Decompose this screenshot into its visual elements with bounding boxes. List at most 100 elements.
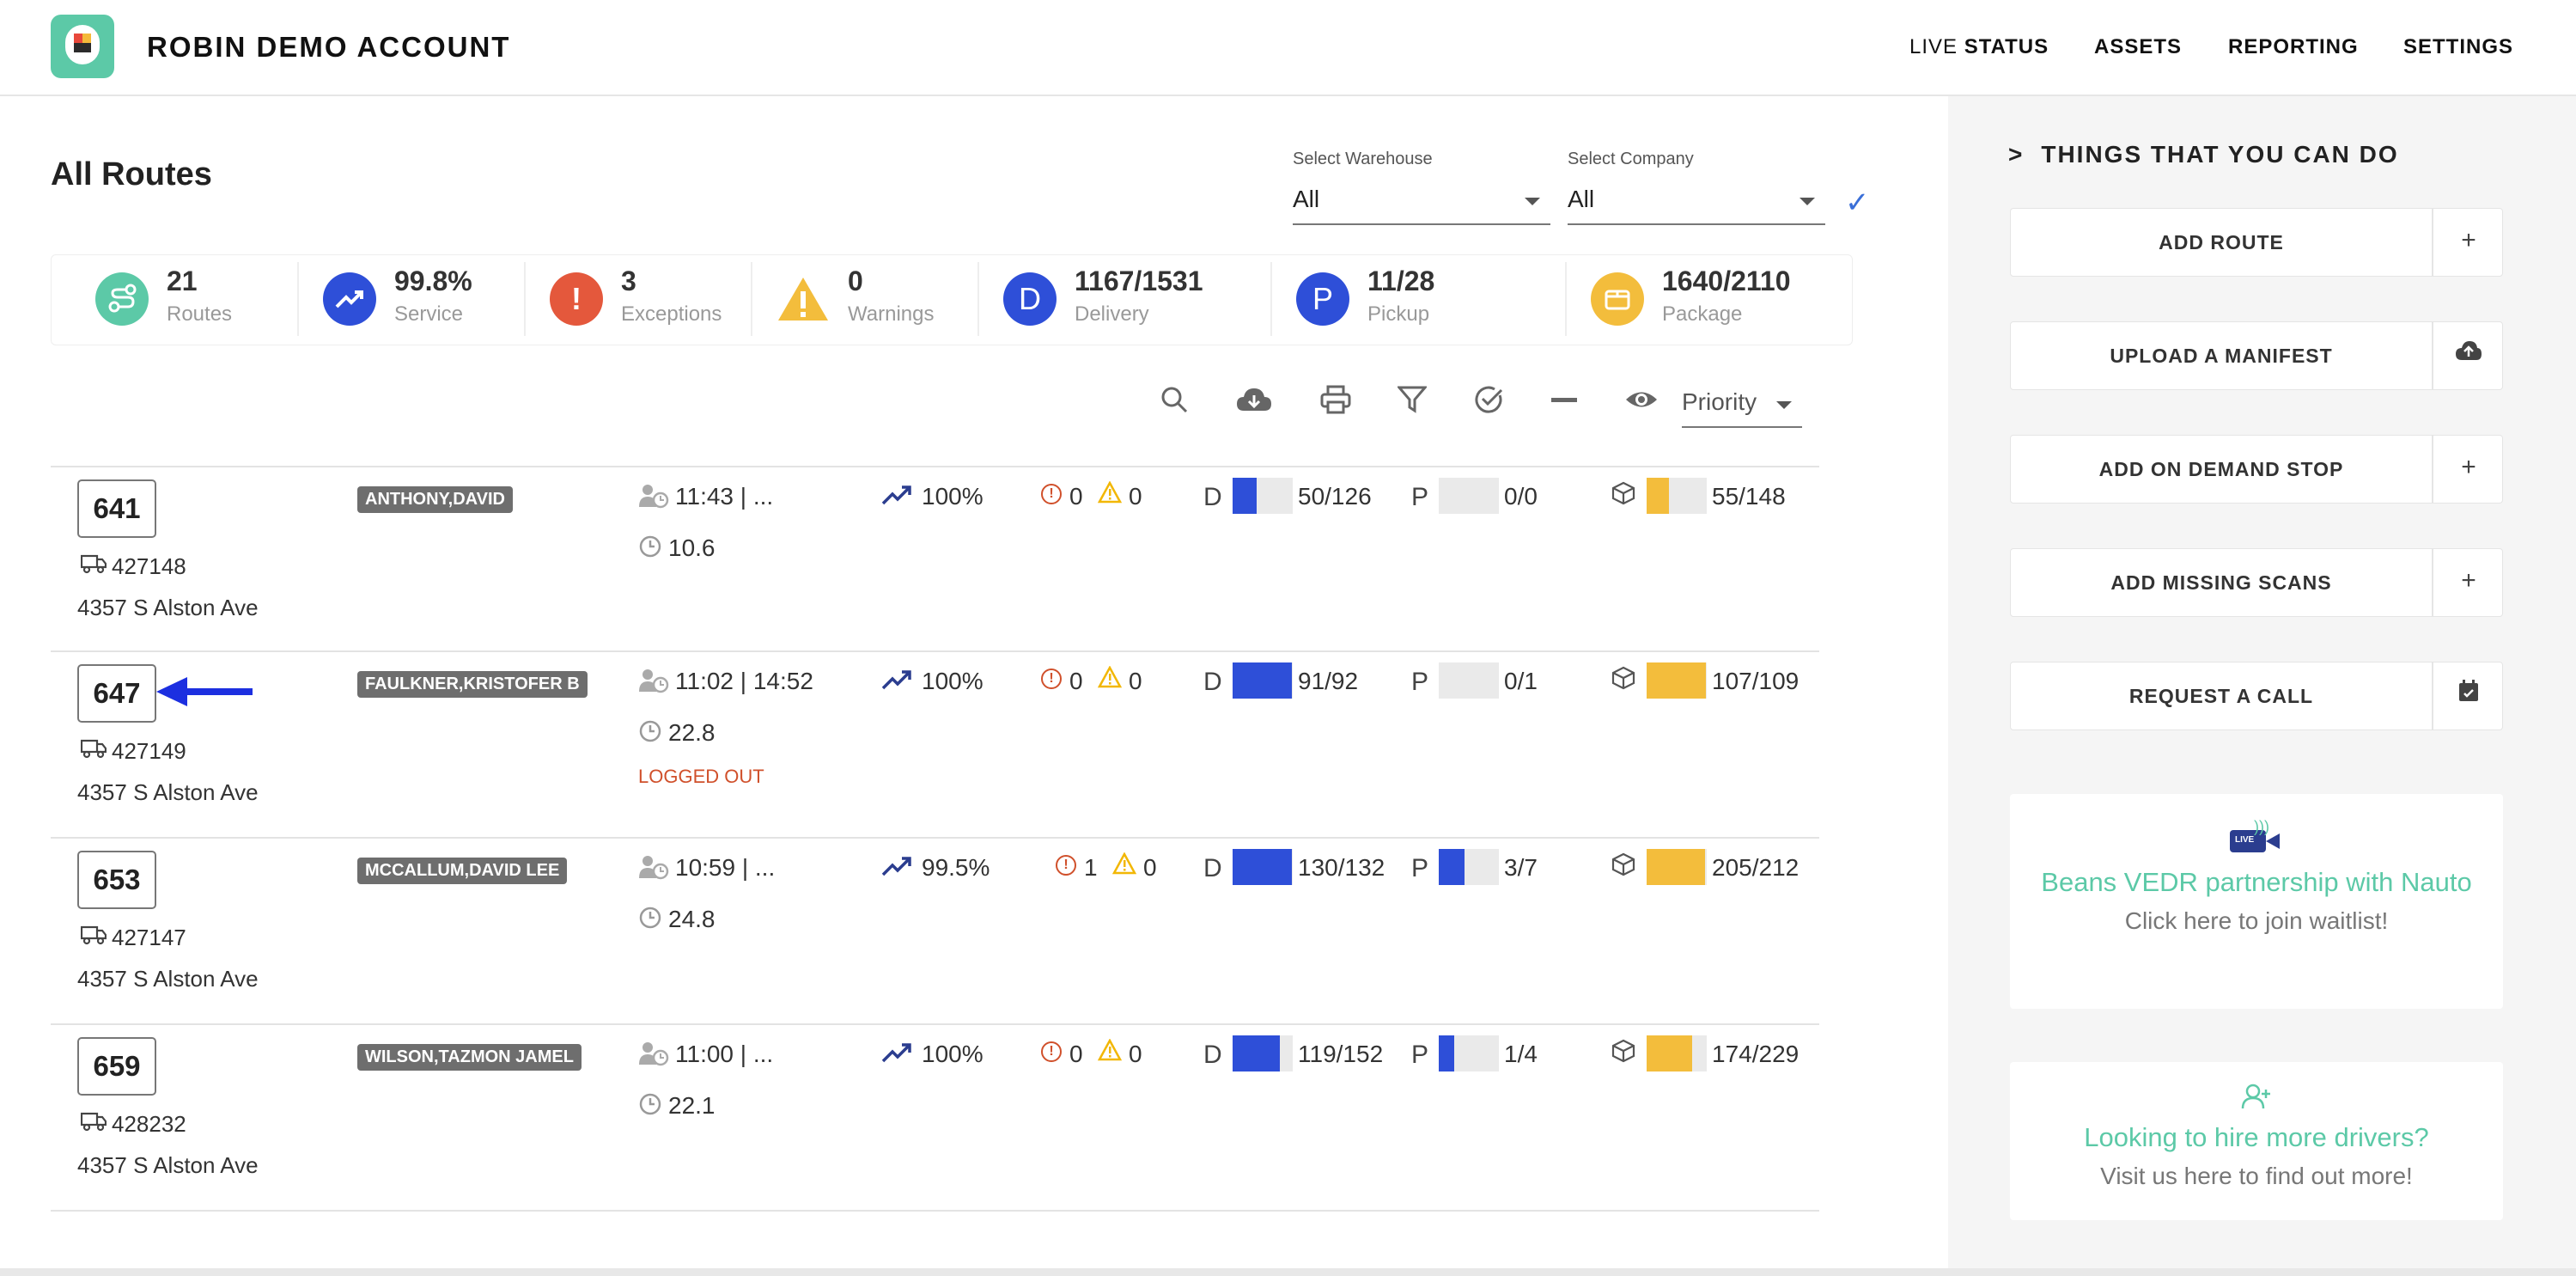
stat-value: 11/28: [1367, 266, 1435, 296]
stat-label: Exceptions: [621, 302, 722, 326]
search-icon[interactable]: [1160, 385, 1189, 422]
delivery-d-icon: D: [1003, 272, 1057, 326]
action-label: ADD MISSING SCANS: [2110, 571, 2332, 594]
app-logo[interactable]: [51, 15, 114, 78]
nav-settings[interactable]: SETTINGS: [2403, 35, 2513, 59]
nav-live-status[interactable]: LIVE STATUS: [1909, 35, 2049, 59]
hire-drivers-promo-card[interactable]: Looking to hire more drivers? Visit us h…: [2010, 1062, 2503, 1220]
add-route-button[interactable]: ADD ROUTE +: [2010, 208, 2503, 277]
stat-label: Package: [1662, 302, 1743, 326]
driver-clock-icon: [638, 854, 669, 886]
bottom-scroll-shadow: [0, 1268, 2576, 1276]
driver-badge[interactable]: FAULKNER,KRISTOFER B: [357, 671, 588, 698]
priority-select[interactable]: Priority: [1682, 380, 1802, 428]
stat-label: Warnings: [848, 302, 935, 326]
priority-value: Priority: [1682, 388, 1757, 415]
truck-number: 427147: [112, 925, 186, 950]
company-value: All: [1568, 186, 1595, 212]
route-number[interactable]: 659: [77, 1037, 156, 1096]
route-distance: 24.8: [668, 906, 716, 932]
route-number[interactable]: 641: [77, 479, 156, 538]
check-icon[interactable]: ✓: [1845, 186, 1870, 220]
clock-icon: [638, 906, 662, 936]
annotation-arrow-icon: [156, 677, 253, 706]
cloud-upload-icon: [2433, 339, 2504, 369]
table-row[interactable]: 641 427148 4357 S Alston Ave ANTHONY,DAV…: [51, 466, 1819, 652]
delivery-count: 130/132: [1298, 854, 1385, 881]
driver-clock-icon: [638, 668, 669, 699]
pickup-count: 0/0: [1504, 483, 1538, 510]
delivery-count: 119/152: [1298, 1041, 1384, 1067]
request-call-button[interactable]: REQUEST A CALL: [2010, 662, 2503, 730]
exception-icon: !: [1041, 1041, 1062, 1062]
exception-icon: !: [1041, 484, 1062, 504]
promo-title: Beans VEDR partnership with Nauto: [2041, 867, 2472, 897]
stat-value: 1640/2110: [1662, 266, 1791, 296]
warehouse-label: Select Warehouse: [1293, 150, 1433, 168]
service-rate: 99.5%: [922, 854, 990, 881]
side-heading[interactable]: > THINGS THAT YOU CAN DO: [2008, 141, 2399, 168]
table-row[interactable]: 647 427149 4357 S Alston Ave FAULKNER,KR…: [51, 652, 1819, 839]
driver-badge[interactable]: MCCALLUM,DAVID LEE: [357, 858, 568, 884]
stat-value: 1167/1531: [1075, 266, 1203, 296]
route-number[interactable]: 647: [77, 664, 156, 723]
print-icon[interactable]: [1320, 385, 1351, 422]
trend-up-icon: [881, 483, 914, 513]
warehouse-select[interactable]: All: [1293, 179, 1550, 225]
trend-up-icon: [323, 272, 376, 326]
nav-reporting[interactable]: REPORTING: [2228, 35, 2359, 59]
add-missing-scans-button[interactable]: ADD MISSING SCANS +: [2010, 548, 2503, 617]
warning-icon: [1097, 480, 1123, 510]
plus-icon: +: [2461, 566, 2476, 595]
truck-number: 427148: [112, 553, 186, 579]
package-progress-bar: [1647, 1035, 1707, 1071]
pickup-progress-bar: [1439, 1035, 1499, 1071]
nav-live-prefix: LIVE: [1909, 35, 1958, 58]
action-label: REQUEST A CALL: [2128, 685, 2314, 707]
trend-up-icon: [881, 854, 914, 884]
package-progress-bar: [1647, 849, 1707, 885]
package-box-icon: [1611, 481, 1635, 511]
company-select[interactable]: All: [1568, 179, 1825, 225]
delivery-count: 91/92: [1298, 668, 1359, 694]
package-box-icon: [1611, 1039, 1635, 1069]
action-label: ADD ROUTE: [2159, 231, 2284, 253]
exception-count: 1: [1084, 854, 1098, 881]
warning-icon: [1097, 1038, 1123, 1067]
action-label: UPLOAD A MANIFEST: [2110, 345, 2333, 367]
delivery-label: D: [1203, 668, 1222, 696]
exception-icon: !: [1041, 669, 1062, 689]
truck-number: 428232: [112, 1111, 186, 1137]
add-on-demand-stop-button[interactable]: ADD ON DEMAND STOP +: [2010, 435, 2503, 504]
minus-icon[interactable]: [1550, 385, 1579, 422]
stat-value: 3: [621, 266, 636, 296]
stat-value: 99.8%: [394, 266, 472, 296]
table-row[interactable]: 659 428232 4357 S Alston Ave WILSON,TAZM…: [51, 1025, 1819, 1212]
upload-manifest-button[interactable]: UPLOAD A MANIFEST: [2010, 321, 2503, 390]
delivery-progress-bar: [1233, 1035, 1293, 1071]
vedr-promo-card[interactable]: LIVE ))) Beans VEDR partnership with Nau…: [2010, 794, 2503, 1009]
pickup-label: P: [1411, 483, 1429, 511]
package-count: 205/212: [1712, 854, 1800, 881]
route-address: 4357 S Alston Ave: [77, 966, 259, 992]
pickup-count: 1/4: [1504, 1041, 1538, 1067]
trend-up-icon: [881, 668, 914, 698]
package-count: 107/109: [1712, 668, 1800, 694]
route-icon: [95, 272, 149, 326]
delivery-label: D: [1203, 483, 1222, 511]
check-circle-icon[interactable]: [1474, 385, 1505, 422]
route-distance: 10.6: [668, 534, 716, 561]
driver-badge[interactable]: WILSON,TAZMON JAMEL: [357, 1044, 582, 1071]
action-label: ADD ON DEMAND STOP: [2098, 458, 2344, 480]
table-row[interactable]: 653 427147 4357 S Alston Ave MCCALLUM,DA…: [51, 839, 1819, 1025]
eye-icon[interactable]: [1624, 385, 1659, 422]
nav-assets[interactable]: ASSETS: [2094, 35, 2182, 59]
warning-count: 0: [1129, 1041, 1142, 1067]
filter-icon[interactable]: [1396, 385, 1428, 422]
route-number[interactable]: 653: [77, 851, 156, 909]
cloud-download-icon[interactable]: [1235, 385, 1273, 422]
route-time: 11:00 | ...: [675, 1041, 774, 1067]
driver-badge[interactable]: ANTHONY,DAVID: [357, 486, 513, 513]
driver-clock-icon: [638, 1041, 669, 1072]
pickup-count: 3/7: [1504, 854, 1538, 881]
